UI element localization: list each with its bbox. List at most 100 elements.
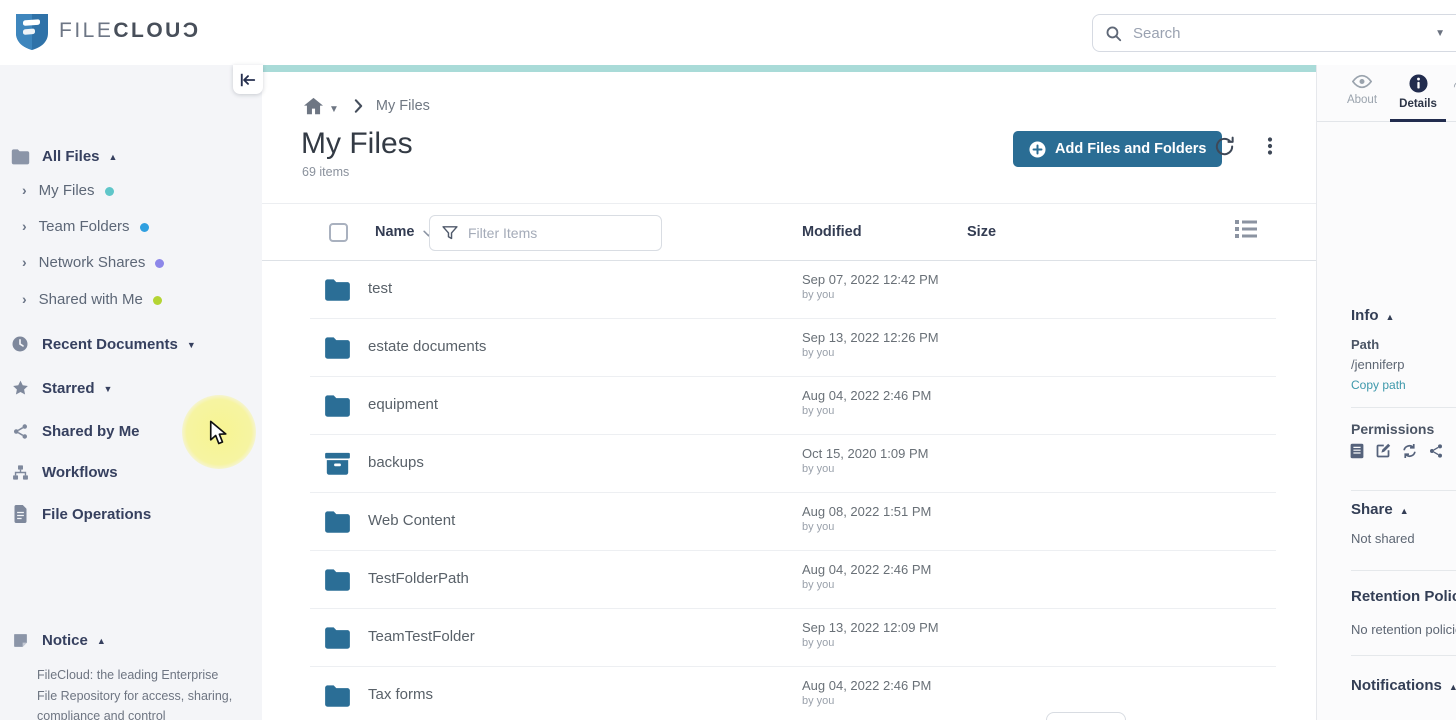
breadcrumb-current[interactable]: My Files <box>376 98 430 114</box>
modified-date: Sep 13, 2022 12:09 PM <box>802 620 939 635</box>
status-dot <box>155 259 164 268</box>
share-section-header[interactable]: Share▲ <box>1351 501 1409 518</box>
chevron-right-icon: › <box>22 291 27 307</box>
modified-cell: Sep 07, 2022 12:42 PM by you <box>802 272 939 301</box>
archive-icon <box>324 452 351 480</box>
sidebar-item-shared-with-me[interactable]: › Shared with Me <box>0 286 262 312</box>
modified-by: by you <box>802 579 931 591</box>
file-name[interactable]: test <box>368 280 392 297</box>
folder-icon <box>324 510 351 538</box>
status-dot <box>105 187 114 196</box>
folder-icon <box>324 278 351 306</box>
filter-box[interactable] <box>429 215 662 251</box>
read-permission-icon[interactable] <box>1349 443 1365 459</box>
accent-bar <box>262 65 1316 72</box>
share-status: Not shared <box>1351 531 1415 546</box>
modified-date: Sep 13, 2022 12:26 PM <box>802 330 939 345</box>
search-icon <box>1105 25 1122 42</box>
size-column-header[interactable]: Size <box>967 224 996 240</box>
table-row[interactable]: Tax forms Aug 04, 2022 2:46 PM by you <box>310 667 1276 720</box>
search-scope-caret-icon[interactable]: ▼ <box>1435 28 1445 39</box>
status-dot <box>140 223 149 232</box>
eye-icon <box>1352 74 1372 89</box>
home-icon[interactable] <box>303 97 324 116</box>
file-name[interactable]: TeamTestFolder <box>368 628 475 645</box>
details-panel: About Details ◠ Info▲ Path /jenniferp Co… <box>1316 65 1456 720</box>
copy-path-link[interactable]: Copy path <box>1351 378 1406 392</box>
table-row[interactable]: TeamTestFolder Sep 13, 2022 12:09 PM by … <box>310 609 1276 667</box>
filter-items-input[interactable] <box>468 225 649 241</box>
tab-details[interactable]: Details <box>1390 74 1446 110</box>
write-permission-icon[interactable] <box>1375 443 1391 459</box>
table-row[interactable]: test Sep 07, 2022 12:42 PM by you <box>310 261 1276 319</box>
table-row[interactable]: equipment Aug 04, 2022 2:46 PM by you <box>310 377 1276 435</box>
table-row[interactable]: TestFolderPath Aug 04, 2022 2:46 PM by y… <box>310 551 1276 609</box>
scroll-pill-button[interactable] <box>1046 712 1126 720</box>
sidebar-item-team-folders[interactable]: › Team Folders <box>0 213 262 239</box>
permissions-icons <box>1349 443 1444 459</box>
tab-about[interactable]: About <box>1334 74 1390 106</box>
divider <box>1351 655 1456 656</box>
sidebar-item-shared-by-me[interactable]: Shared by Me <box>0 417 262 445</box>
table-row[interactable]: estate documents Sep 13, 2022 12:26 PM b… <box>310 319 1276 377</box>
collapse-sidebar-button[interactable] <box>233 65 263 94</box>
file-list: test Sep 07, 2022 12:42 PM by you estate… <box>262 261 1316 720</box>
modified-by: by you <box>802 347 939 359</box>
table-row[interactable]: Web Content Aug 08, 2022 1:51 PM by you <box>310 493 1276 551</box>
status-dot <box>153 296 162 305</box>
modified-column-header[interactable]: Modified <box>802 224 862 240</box>
more-options-button[interactable] <box>1259 135 1281 160</box>
sidebar-item-network-shares[interactable]: › Network Shares <box>0 249 262 275</box>
search-input[interactable] <box>1133 25 1424 42</box>
clock-icon <box>10 334 30 354</box>
sidebar-item-workflows[interactable]: Workflows <box>0 458 262 486</box>
modified-by: by you <box>802 695 931 707</box>
modified-date: Sep 07, 2022 12:42 PM <box>802 272 939 287</box>
modified-by: by you <box>802 463 928 475</box>
file-name[interactable]: Web Content <box>368 512 455 529</box>
file-name[interactable]: equipment <box>368 396 438 413</box>
panel-tabs: About Details ◠ <box>1317 65 1456 122</box>
star-icon <box>10 378 30 398</box>
add-files-button[interactable]: Add Files and Folders <box>1013 131 1222 167</box>
sidebar-item-recent-documents[interactable]: Recent Documents ▼ <box>0 330 262 358</box>
share-permission-icon[interactable] <box>1428 443 1444 459</box>
notifications-section-header[interactable]: Notifications▲ <box>1351 677 1456 694</box>
path-value: /jenniferp <box>1351 357 1404 372</box>
modified-cell: Aug 04, 2022 2:46 PM by you <box>802 388 931 417</box>
table-header: Name Modified Size <box>262 203 1316 261</box>
divider <box>1351 570 1456 571</box>
list-view-toggle-button[interactable] <box>1234 219 1258 242</box>
retention-section-header[interactable]: Retention Policy <box>1351 588 1456 605</box>
modified-cell: Aug 08, 2022 1:51 PM by you <box>802 504 931 533</box>
breadcrumb-caret-icon[interactable]: ▼ <box>329 104 339 115</box>
permissions-label: Permissions <box>1351 421 1434 437</box>
kebab-menu-icon <box>1259 135 1281 157</box>
table-row[interactable]: backups Oct 15, 2020 1:09 PM by you <box>310 435 1276 493</box>
modified-cell: Sep 13, 2022 12:09 PM by you <box>802 620 939 649</box>
sidebar-item-file-operations[interactable]: File Operations <box>0 500 262 528</box>
folder-icon <box>324 336 351 364</box>
refresh-button[interactable] <box>1213 135 1236 161</box>
modified-date: Aug 04, 2022 2:46 PM <box>802 678 931 693</box>
file-name[interactable]: Tax forms <box>368 686 433 703</box>
chevron-right-icon: › <box>22 254 27 270</box>
filecloud-wordmark: FILECLOUƆ <box>59 19 201 43</box>
items-count: 69 items <box>302 165 349 179</box>
file-name[interactable]: estate documents <box>368 338 486 355</box>
search-bar[interactable]: ▼ <box>1092 14 1456 52</box>
file-name[interactable]: backups <box>368 454 424 471</box>
sidebar-item-starred[interactable]: Starred ▼ <box>0 374 262 402</box>
sidebar-item-my-files[interactable]: › My Files <box>0 177 262 203</box>
name-column-header[interactable]: Name <box>375 204 434 260</box>
sidebar-item-notice[interactable]: Notice ▲ <box>0 626 262 654</box>
filecloud-logo: FILECLOUƆ <box>14 11 201 51</box>
modified-date: Aug 04, 2022 2:46 PM <box>802 388 931 403</box>
select-all-checkbox[interactable] <box>329 223 348 242</box>
modified-by: by you <box>802 289 939 301</box>
info-section-header[interactable]: Info▲ <box>1351 307 1394 324</box>
sidebar-item-all-files[interactable]: All Files ▲ <box>0 142 262 170</box>
sync-permission-icon[interactable] <box>1401 443 1418 459</box>
file-name[interactable]: TestFolderPath <box>368 570 469 587</box>
sidebar: All Files ▲ › My Files › Team Folders › … <box>0 65 262 720</box>
